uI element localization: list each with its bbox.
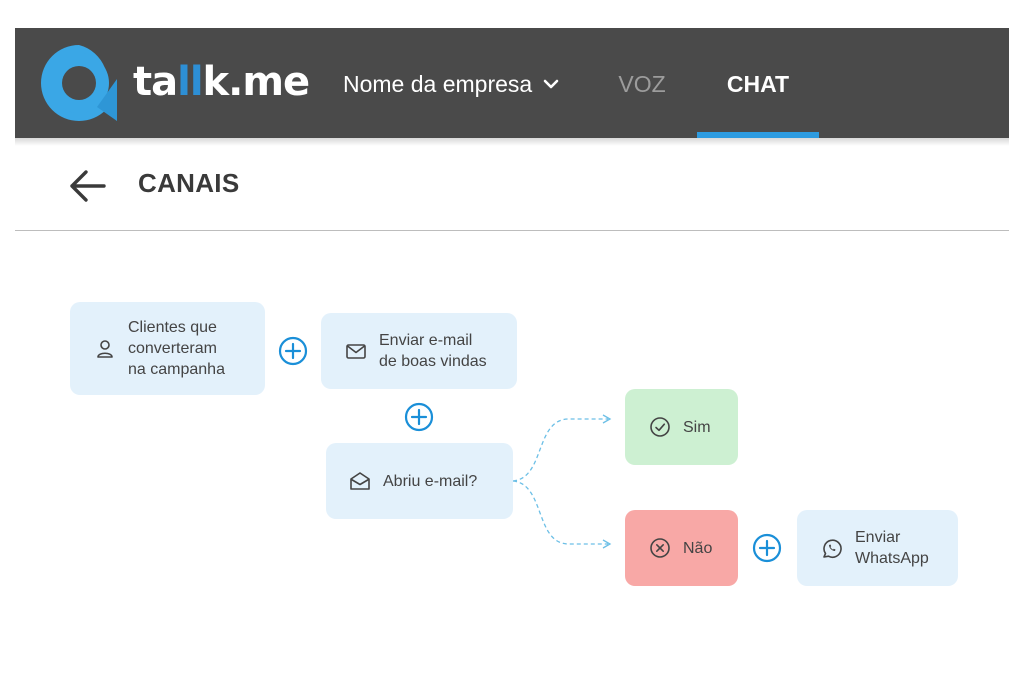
flow-node-yes[interactable]: Sim [625, 389, 738, 465]
flow-node-whatsapp-label: Enviar WhatsApp [855, 529, 929, 567]
flow-node-trigger[interactable]: Clientes que converteram na campanha [70, 302, 265, 395]
flow-node-no-label: Não [683, 539, 713, 557]
connector-to-yes [512, 418, 608, 482]
app-header: tallk.me Nome da empresa VOZ CHAT [15, 28, 1009, 138]
add-step-button[interactable] [404, 402, 434, 432]
add-step-button[interactable] [278, 336, 308, 366]
flow-node-send-email-label: Enviar e-mail de boas vindas [379, 332, 487, 370]
chevron-down-icon [543, 79, 559, 89]
x-circle-icon [650, 538, 670, 558]
company-selector[interactable]: Nome da empresa [343, 68, 560, 100]
flow-node-condition[interactable]: Abriu e-mail? [326, 443, 513, 519]
flow-node-condition-label: Abriu e-mail? [383, 472, 478, 490]
tallk-logo-icon [41, 45, 117, 121]
flow-node-no[interactable]: Não [625, 510, 738, 586]
flow-node-send-email[interactable]: Enviar e-mail de boas vindas [321, 313, 517, 389]
check-circle-icon [650, 417, 670, 437]
tab-voz-label: VOZ [618, 71, 666, 97]
add-step-button[interactable] [752, 533, 782, 563]
mail-open-icon [350, 472, 370, 490]
user-icon [97, 339, 113, 358]
arrow-head-yes [602, 414, 612, 424]
whatsapp-icon [823, 539, 842, 558]
company-selector-label: Nome da empresa [343, 70, 533, 97]
logo-wordmark: tallk.me [133, 59, 310, 105]
back-arrow-icon[interactable] [66, 166, 108, 206]
arrow-head-no [602, 539, 612, 549]
flow-node-yes-label: Sim [683, 418, 711, 436]
flow-node-trigger-label: Clientes que converteram na campanha [128, 319, 225, 378]
header-divider [15, 230, 1009, 231]
header-shadow [15, 138, 1009, 146]
page-title: CANAIS [138, 168, 240, 198]
mail-icon [346, 344, 366, 359]
tab-voz[interactable]: VOZ [605, 58, 679, 138]
flow-node-whatsapp[interactable]: Enviar WhatsApp [797, 510, 958, 586]
connector-to-no [512, 480, 608, 545]
tab-chat-label: CHAT [726, 71, 790, 97]
tab-chat[interactable]: CHAT [697, 58, 819, 138]
